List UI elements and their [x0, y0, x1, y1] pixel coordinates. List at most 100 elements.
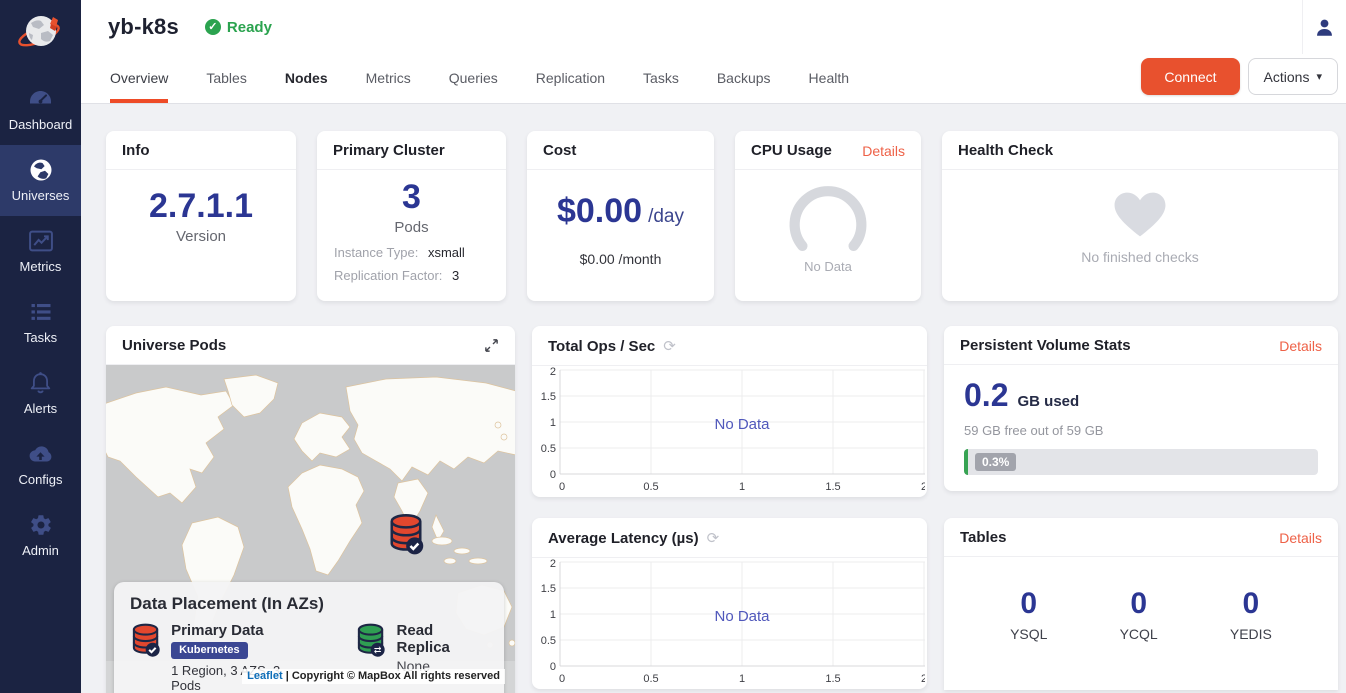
- gear-icon: [0, 511, 81, 538]
- list-icon: [0, 298, 81, 325]
- pv-used-unit: GB used: [1017, 393, 1079, 410]
- tab-overview[interactable]: Overview: [110, 54, 168, 103]
- svg-text:0: 0: [550, 661, 556, 673]
- kubernetes-badge: Kubernetes: [171, 642, 248, 659]
- status-text: Ready: [227, 19, 272, 36]
- health-check-title: Health Check: [958, 142, 1053, 159]
- cost-card: Cost $0.00/day $0.00 /month: [527, 131, 714, 301]
- pv-details-link[interactable]: Details: [1279, 338, 1322, 354]
- tables-ysql: 0 YSQL: [1010, 587, 1047, 642]
- svg-text:0.5: 0.5: [643, 481, 658, 493]
- ysql-count: 0: [1010, 587, 1047, 621]
- primary-data-name: Primary Data: [171, 622, 309, 639]
- svg-text:0.5: 0.5: [541, 443, 556, 455]
- svg-text:2: 2: [550, 558, 556, 570]
- info-card: Info 2.7.1.1 Version: [106, 131, 296, 301]
- sidebar-item-tasks[interactable]: Tasks: [0, 287, 81, 358]
- svg-text:1: 1: [550, 609, 556, 621]
- tables-card: Tables Details 0 YSQL 0 YCQL 0: [944, 518, 1338, 690]
- map-attribution: Leaflet | Copyright © MapBox All rights …: [242, 669, 505, 684]
- tab-tables[interactable]: Tables: [206, 54, 246, 103]
- instance-type-label: Instance Type:: [334, 245, 418, 260]
- svg-text:2: 2: [921, 673, 925, 685]
- avg-latency-chart: 0 0.5 1 1.5 2 0 0.5 1 1.5 2: [532, 558, 925, 688]
- user-icon: [1314, 17, 1335, 38]
- sidebar-item-metrics[interactable]: Metrics: [0, 216, 81, 287]
- persistent-volume-card: Persistent Volume Stats Details 0.2 GB u…: [944, 326, 1338, 491]
- sidebar-item-universes[interactable]: Universes: [0, 145, 81, 216]
- svg-text:0: 0: [559, 481, 565, 493]
- sidebar-item-label: Configs: [0, 472, 81, 487]
- tab-health[interactable]: Health: [809, 54, 849, 103]
- pv-percent-badge: 0.3%: [975, 453, 1016, 471]
- actions-button[interactable]: Actions ▾: [1248, 58, 1338, 95]
- ysql-label: YSQL: [1010, 626, 1047, 642]
- cost-per-day-value: $0.00: [557, 192, 642, 230]
- svg-text:0.5: 0.5: [643, 673, 658, 685]
- yugabyte-logo[interactable]: [15, 0, 67, 74]
- status-badge: ✓ Ready: [205, 19, 272, 36]
- refresh-icon[interactable]: ⟳: [707, 529, 720, 547]
- replica-database-icon: ⇄: [355, 622, 386, 658]
- sidebar-item-label: Dashboard: [0, 117, 81, 132]
- svg-text:1: 1: [739, 481, 745, 493]
- tab-tasks[interactable]: Tasks: [643, 54, 679, 103]
- map-copyright: | Copyright © MapBox All rights reserved: [286, 670, 500, 682]
- yedis-label: YEDIS: [1230, 626, 1272, 642]
- version-caption: Version: [106, 228, 296, 245]
- expand-icon[interactable]: [484, 338, 499, 353]
- primary-cluster-card: Primary Cluster 3 Pods Instance Type: xs…: [317, 131, 506, 301]
- tables-details-link[interactable]: Details: [1279, 530, 1322, 546]
- instance-type-value: xsmall: [428, 245, 465, 260]
- sync-icon: ⇄: [374, 645, 382, 655]
- sidebar-item-admin[interactable]: Admin: [0, 500, 81, 571]
- world-map[interactable]: Data Placement (In AZs): [106, 365, 515, 693]
- universe-title: yb-k8s: [108, 14, 179, 40]
- health-no-checks: No finished checks: [942, 249, 1338, 265]
- info-card-title: Info: [122, 142, 150, 159]
- svg-text:1: 1: [550, 417, 556, 429]
- sidebar-item-label: Universes: [0, 188, 81, 203]
- pv-free-text: 59 GB free out of 59 GB: [964, 423, 1318, 438]
- sidebar-item-configs[interactable]: Configs: [0, 429, 81, 500]
- universe-pods-card: Universe Pods: [106, 326, 515, 693]
- overview-content: Info 2.7.1.1 Version Primary Cluster 3 P…: [81, 104, 1346, 693]
- user-menu[interactable]: [1302, 0, 1346, 54]
- tab-replication[interactable]: Replication: [536, 54, 605, 103]
- sidebar-item-label: Admin: [0, 543, 81, 558]
- ycql-count: 0: [1120, 587, 1158, 621]
- tab-queries[interactable]: Queries: [449, 54, 498, 103]
- refresh-icon[interactable]: ⟳: [663, 337, 676, 355]
- instance-type-row: Instance Type: xsmall: [334, 245, 489, 260]
- cpu-details-link[interactable]: Details: [862, 143, 905, 159]
- tables-ycql: 0 YCQL: [1120, 587, 1158, 642]
- total-ops-chart: 0 0.5 1 1.5 2 0 0.5 1 1.5 2: [532, 366, 925, 496]
- caret-down-icon: ▾: [1316, 70, 1322, 83]
- svg-text:1.5: 1.5: [541, 583, 556, 595]
- tab-nodes[interactable]: Nodes: [285, 54, 328, 103]
- sidebar: Dashboard Universes Metrics: [0, 0, 81, 693]
- primary-data-map-marker[interactable]: [387, 513, 425, 555]
- tables-title: Tables: [960, 529, 1006, 546]
- svg-text:2: 2: [550, 366, 556, 378]
- connect-button[interactable]: Connect: [1141, 58, 1239, 95]
- health-check-card: Health Check No finished checks: [942, 131, 1338, 301]
- read-replica-name: Read Replica: [397, 622, 488, 656]
- sidebar-item-label: Tasks: [0, 330, 81, 345]
- pods-count: 3: [317, 178, 506, 217]
- actions-button-label: Actions: [1264, 69, 1310, 85]
- cost-per-month: $0.00 /month: [527, 251, 714, 267]
- tab-backups[interactable]: Backups: [717, 54, 771, 103]
- total-ops-card: Total Ops / Sec ⟳: [532, 326, 927, 497]
- pv-progress-fill: [964, 449, 968, 475]
- cost-card-title: Cost: [543, 142, 576, 159]
- leaflet-link[interactable]: Leaflet: [247, 670, 282, 682]
- replication-factor-label: Replication Factor:: [334, 268, 442, 283]
- cpu-no-data: No Data: [735, 259, 921, 274]
- bell-icon: [0, 369, 81, 396]
- sidebar-item-dashboard[interactable]: Dashboard: [0, 74, 81, 145]
- sidebar-item-alerts[interactable]: Alerts: [0, 358, 81, 429]
- svg-text:1.5: 1.5: [825, 481, 840, 493]
- globe-icon: [0, 156, 81, 183]
- tab-metrics[interactable]: Metrics: [366, 54, 411, 103]
